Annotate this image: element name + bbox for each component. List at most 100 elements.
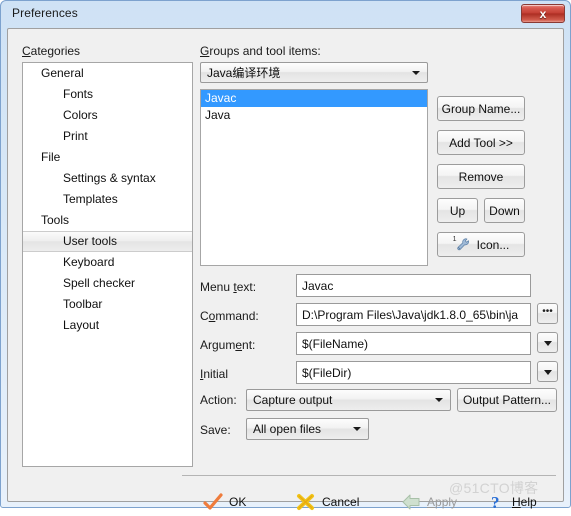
move-up-button-label: Up <box>449 203 466 218</box>
remove-button-label: Remove <box>458 169 504 184</box>
chevron-down-icon <box>543 340 552 346</box>
chevron-down-icon <box>435 398 443 402</box>
action-label: Action: <box>200 393 237 407</box>
sidebar-item-templates[interactable]: Templates <box>23 189 192 210</box>
command-value: D:\Program Files\Java\jdk1.8.0_65\bin\ja <box>302 307 519 322</box>
sidebar-item-keyboard[interactable]: Keyboard <box>23 252 192 273</box>
groups-label-rest: roups and tool items: <box>209 44 321 58</box>
preferences-dialog: Preferences x Categories General Fonts Col… <box>0 0 571 512</box>
menu-text-value: Javac <box>302 278 334 293</box>
group-combo[interactable]: Java编译环境 <box>200 62 428 83</box>
sidebar-item-file[interactable]: File <box>23 147 192 168</box>
bottom-separator <box>182 475 556 476</box>
categories-label-rest: ategories <box>30 44 81 58</box>
sidebar-item-label: Templates <box>63 192 118 206</box>
remove-button[interactable]: Remove <box>437 164 525 189</box>
icon-superscript: 1 <box>452 235 457 243</box>
menu-text-input[interactable]: Javac <box>296 274 531 297</box>
sidebar-item-label: User tools <box>63 234 118 248</box>
save-label: Save: <box>200 423 231 437</box>
sidebar-item-settings-syntax[interactable]: Settings & syntax <box>23 168 192 189</box>
initial-dropdown-button[interactable] <box>537 361 558 382</box>
command-input[interactable]: D:\Program Files\Java\jdk1.8.0_65\bin\ja <box>296 303 531 326</box>
action-combo[interactable]: Capture output <box>246 389 451 411</box>
ellipsis-icon: ••• <box>542 305 553 317</box>
move-up-button[interactable]: Up <box>437 198 478 223</box>
dialog-body: Categories General Fonts Colors Print File Se… <box>7 28 564 512</box>
sidebar-item-fonts[interactable]: Fonts <box>23 84 192 105</box>
sidebar-item-spell-checker[interactable]: Spell checker <box>23 273 192 294</box>
list-item-label: Java <box>205 108 231 122</box>
move-down-button-label: Down <box>489 203 520 218</box>
sidebar-item-label: Fonts <box>63 87 94 101</box>
apply-button[interactable]: Apply <box>400 488 457 516</box>
window-title: Preferences <box>12 6 78 20</box>
apply-button-label: Apply <box>427 495 458 509</box>
help-button[interactable]: ? Help <box>485 488 537 516</box>
save-combo[interactable]: All open files <box>246 418 369 440</box>
initial-value: $(FileDir) <box>302 365 352 380</box>
sidebar-item-label: Tools <box>41 213 70 227</box>
chevron-down-icon <box>353 427 361 431</box>
ok-button[interactable]: OK <box>202 488 246 516</box>
icon-button[interactable]: 1 Icon... <box>437 232 525 257</box>
output-pattern-button-label: Output Pattern... <box>462 393 552 407</box>
argument-value: $(FileName) <box>302 336 369 351</box>
question-mark-icon: ? <box>485 492 507 512</box>
move-down-button[interactable]: Down <box>484 198 525 223</box>
left-arrow-icon <box>400 492 422 512</box>
title-bar: Preferences x <box>1 1 570 27</box>
sidebar-item-label: Print <box>63 129 88 143</box>
icon-button-label: Icon... <box>476 237 510 252</box>
menu-text-label: Menu text: <box>200 280 257 294</box>
command-label: Command: <box>200 309 259 323</box>
sidebar-item-layout[interactable]: Layout <box>23 315 192 336</box>
sidebar-item-label: File <box>41 150 61 164</box>
chevron-down-icon <box>412 70 420 75</box>
add-tool-button-label: Add Tool >> <box>449 135 513 150</box>
tool-items-list[interactable]: Javac Java <box>200 89 428 266</box>
command-browse-button[interactable]: ••• <box>537 303 558 324</box>
list-item[interactable]: Javac <box>201 90 427 107</box>
categories-label: Categories <box>22 44 81 58</box>
group-combo-value: Java编译环境 <box>207 66 281 80</box>
sidebar-item-user-tools[interactable]: User tools <box>23 231 192 252</box>
sidebar-item-general[interactable]: General <box>23 63 192 84</box>
sidebar-item-label: Toolbar <box>63 297 103 311</box>
groups-label: Groups and tool items: <box>200 44 321 58</box>
sidebar-item-colors[interactable]: Colors <box>23 105 192 126</box>
output-pattern-button[interactable]: Output Pattern... <box>457 388 557 412</box>
initial-label: Initial <box>200 367 229 381</box>
argument-label: Argument: <box>200 338 256 352</box>
action-combo-value: Capture output <box>253 393 333 407</box>
categories-tree[interactable]: General Fonts Colors Print File Settings & sy… <box>22 62 193 467</box>
list-item-label: Javac <box>205 91 237 105</box>
x-icon <box>295 492 317 512</box>
sidebar-item-tools[interactable]: Tools <box>23 210 192 231</box>
sidebar-item-label: Layout <box>63 318 100 332</box>
cancel-button-label: Cancel <box>322 495 360 509</box>
list-item[interactable]: Java <box>201 107 427 124</box>
sidebar-item-label: Spell checker <box>63 276 136 290</box>
group-name-button[interactable]: Group Name... <box>437 96 525 121</box>
close-button[interactable]: x <box>521 4 565 23</box>
group-name-button-label: Group Name... <box>441 101 521 116</box>
close-icon: x <box>539 6 547 21</box>
ok-button-label: OK <box>229 495 247 509</box>
argument-dropdown-button[interactable] <box>537 332 558 353</box>
initial-input[interactable]: $(FileDir) <box>296 361 531 384</box>
sidebar-item-label: Settings & syntax <box>63 171 156 185</box>
cancel-button[interactable]: Cancel <box>295 488 359 516</box>
add-tool-button[interactable]: Add Tool >> <box>437 130 525 155</box>
sidebar-item-print[interactable]: Print <box>23 126 192 147</box>
save-combo-value: All open files <box>253 422 322 436</box>
check-icon <box>202 492 224 512</box>
sidebar-item-label: Keyboard <box>63 255 115 269</box>
argument-input[interactable]: $(FileName) <box>296 332 531 355</box>
chevron-down-icon <box>543 369 552 375</box>
wrench-screwdriver-icon: 1 <box>452 235 473 253</box>
sidebar-item-label: General <box>41 66 84 80</box>
sidebar-item-toolbar[interactable]: Toolbar <box>23 294 192 315</box>
svg-text:?: ? <box>491 493 500 512</box>
help-button-label: Help <box>512 495 537 509</box>
